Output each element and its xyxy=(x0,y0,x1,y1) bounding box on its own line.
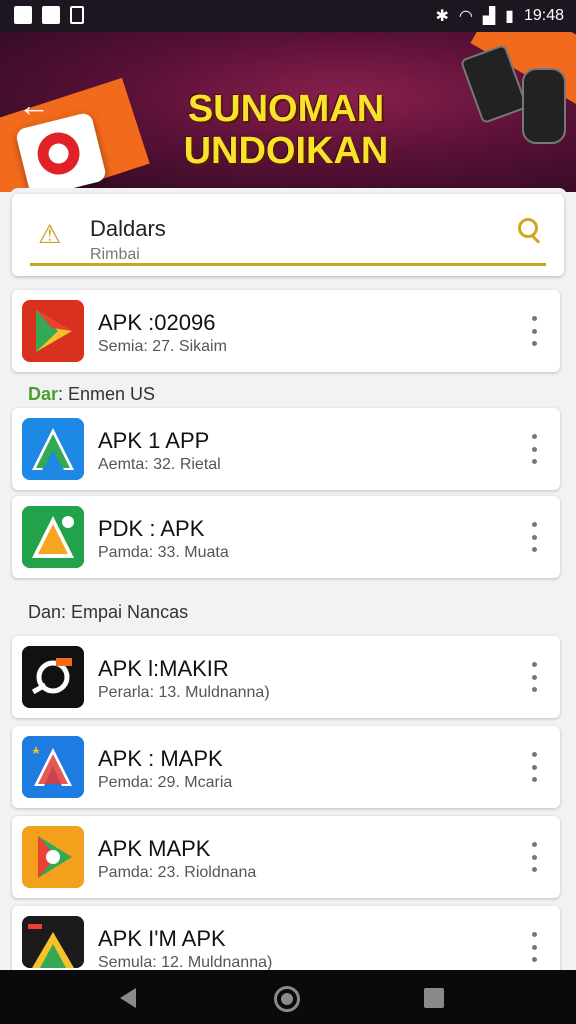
list-item[interactable]: PDK : APK Pamda: 33. Muata xyxy=(12,496,560,578)
section-header-text: : Enmen US xyxy=(58,384,156,404)
list-item[interactable]: APK I'M APK Semula: 12. Muldnanna) xyxy=(12,906,560,978)
content-sheet: ⚠ Daldars Rimbai APK :02096 Semia: 27. S… xyxy=(10,188,567,978)
list-item[interactable]: APK MAPK Pamda: 23. Rioldnana xyxy=(12,816,560,898)
more-options-icon[interactable] xyxy=(522,316,546,346)
more-options-icon[interactable] xyxy=(522,932,546,962)
search-icon[interactable] xyxy=(518,218,542,242)
nav-back-icon[interactable] xyxy=(120,988,136,1008)
app-icon xyxy=(22,418,84,480)
system-nav-bar xyxy=(0,970,576,1024)
app-icon xyxy=(22,300,84,362)
app-icon xyxy=(22,646,84,708)
status-time: 19:48 xyxy=(523,7,564,24)
app-name: APK I'M APK xyxy=(98,926,226,951)
app-meta: Pemda: 29. Mcaria xyxy=(98,774,233,791)
back-arrow-icon[interactable]: ← xyxy=(18,88,52,122)
app-icon xyxy=(22,826,84,888)
status-bar: ✱ ◠ ▟ ▮ 19:48 xyxy=(0,0,576,32)
list-item[interactable]: APK :02096 Semia: 27. Sikaim xyxy=(12,290,560,372)
more-options-icon[interactable] xyxy=(522,842,546,872)
search-title: Daldars xyxy=(90,216,166,241)
search-card[interactable]: ⚠ Daldars Rimbai xyxy=(12,194,564,276)
app-name: APK 1 APP xyxy=(98,428,210,453)
banner-line1: SUNOMAN UNDOIKAN xyxy=(183,88,389,172)
app-meta: Aemta: 32. Rietal xyxy=(98,456,221,473)
more-options-icon[interactable] xyxy=(522,752,546,782)
section-header-lead: Dar xyxy=(28,384,59,404)
app-name: APK :02096 xyxy=(98,310,216,335)
nav-recent-icon[interactable] xyxy=(424,988,444,1008)
app-name: APK : MAPK xyxy=(98,746,223,771)
photo-icon xyxy=(42,6,60,24)
more-options-icon[interactable] xyxy=(522,522,546,552)
vibrate-icon: ✱ xyxy=(435,8,449,25)
app-meta: Pamda: 33. Muata xyxy=(98,544,229,561)
sim-icon xyxy=(70,6,84,24)
wifi-icon: ◠ xyxy=(458,8,473,25)
app-icon xyxy=(22,736,84,798)
app-icon xyxy=(22,506,84,568)
banner-headline: SUNOMAN UNDOIKAN ANDOKIIN UIDOANSIA! xyxy=(96,88,476,192)
list-item[interactable]: APK : MAPK Pemda: 29. Mcaria xyxy=(12,726,560,808)
promo-banner[interactable]: SUNOMAN UNDOIKAN ANDOKIIN UIDOANSIA! ← xyxy=(0,32,576,192)
status-left-icons xyxy=(14,6,84,24)
app-filter-icon: ⚠ xyxy=(38,219,62,249)
app-meta: Perarla: 13. Muldnanna) xyxy=(98,684,270,701)
app-meta: Pamda: 23. Rioldnana xyxy=(98,864,257,881)
app-name: APK MAPK xyxy=(98,836,211,861)
search-underline xyxy=(30,263,546,266)
list-item[interactable]: APK l:MAKIR Perarla: 13. Muldnanna) xyxy=(12,636,560,718)
battery-icon: ▮ xyxy=(505,8,514,25)
status-right-icons: ✱ ◠ ▟ ▮ 19:48 xyxy=(435,6,564,26)
device-gadget-icon xyxy=(522,68,566,144)
app-meta: Semia: 27. Sikaim xyxy=(98,338,227,355)
search-subtitle: Rimbai xyxy=(90,246,140,263)
section-header: Dan: Empai Nancas xyxy=(28,602,188,623)
more-options-icon[interactable] xyxy=(522,662,546,692)
app-name: APK l:MAKIR xyxy=(98,656,229,681)
list-item[interactable]: APK 1 APP Aemta: 32. Rietal xyxy=(12,408,560,490)
app-name: PDK : APK xyxy=(98,516,205,541)
nav-home-icon[interactable] xyxy=(274,986,300,1012)
section-header: Dar: Enmen US xyxy=(28,384,155,405)
signal-icon: ▟ xyxy=(482,8,496,25)
image-icon xyxy=(14,6,32,24)
more-options-icon[interactable] xyxy=(522,434,546,464)
section-header-text: Dan: Empai Nancas xyxy=(28,602,189,622)
app-icon xyxy=(22,916,84,968)
